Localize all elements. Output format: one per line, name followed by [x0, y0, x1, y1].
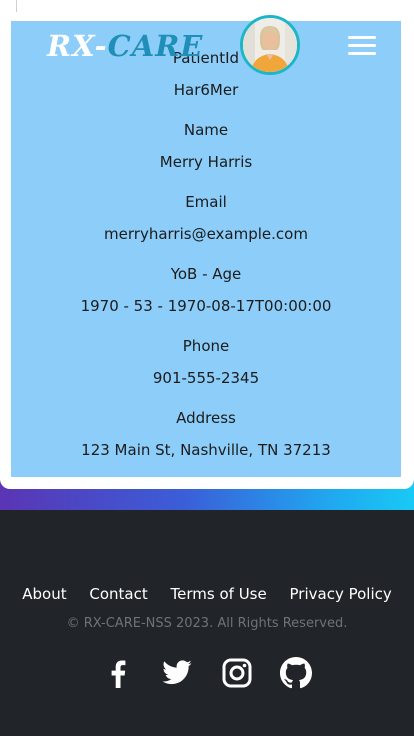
email-label: Email	[185, 193, 227, 211]
logo-rx-text: RX-	[47, 29, 108, 63]
patient-card: PatientId Har6Mer Name Merry Harris Emai…	[0, 0, 414, 489]
phone-label: Phone	[182, 337, 230, 355]
instagram-icon[interactable]	[221, 657, 253, 689]
logo-care-text: CARE	[107, 29, 204, 63]
twitter-icon[interactable]	[161, 657, 193, 689]
facebook-icon[interactable]	[102, 657, 134, 689]
github-icon[interactable]	[279, 657, 312, 689]
phone-value: 901-555-2345	[152, 369, 260, 387]
footer-link-about[interactable]: About	[22, 585, 66, 603]
address-value: 123 Main St, Nashville, TN 37213	[81, 441, 331, 459]
page: PatientId Har6Mer Name Merry Harris Emai…	[0, 0, 414, 736]
email-value: merryharris@example.com	[104, 225, 308, 243]
patient-info-panel: PatientId Har6Mer Name Merry Harris Emai…	[11, 21, 401, 477]
rx-care-logo[interactable]: RX-CARE	[47, 28, 203, 64]
address-label: Address	[176, 409, 236, 427]
hamburger-menu-button[interactable]	[348, 36, 376, 60]
menu-bar-icon	[348, 52, 376, 55]
footer-link-privacy[interactable]: Privacy Policy	[290, 585, 392, 603]
name-value: Merry Harris	[159, 153, 253, 171]
user-avatar[interactable]	[240, 15, 300, 75]
name-label: Name	[183, 121, 229, 139]
social-links	[0, 657, 414, 689]
card-edge-line	[16, 0, 17, 12]
yob-age-label: YoB - Age	[170, 265, 242, 283]
avatar-portrait-icon	[243, 18, 297, 72]
footer-link-contact[interactable]: Contact	[89, 585, 147, 603]
copyright-text: © RX-CARE-NSS 2023. All Rights Reserved.	[66, 616, 348, 631]
menu-bar-icon	[348, 36, 376, 39]
yob-age-value: 1970 - 53 - 1970-08-17T00:00:00	[80, 297, 332, 315]
patient-id-value: Har6Mer	[173, 81, 239, 99]
footer-nav: About Contact Terms of Use Privacy Polic…	[0, 584, 414, 604]
menu-bar-icon	[348, 44, 376, 47]
footer-link-terms[interactable]: Terms of Use	[171, 585, 267, 603]
